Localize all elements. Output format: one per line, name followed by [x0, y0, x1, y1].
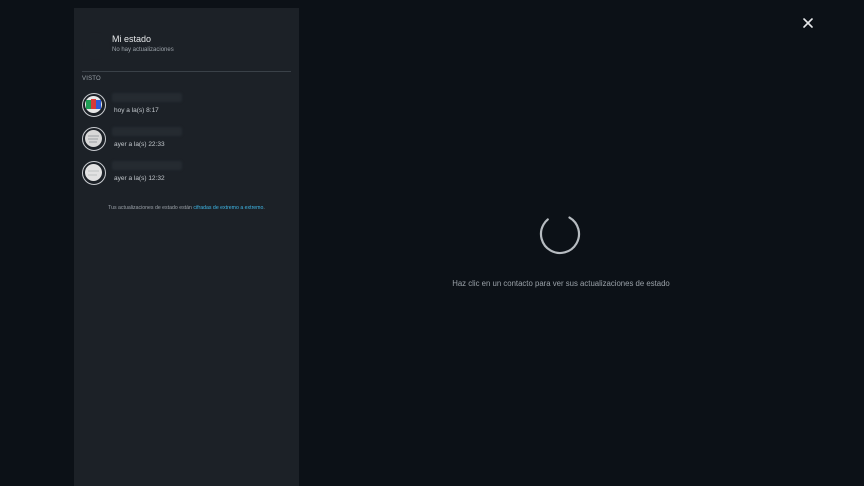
my-status-item[interactable]: Mi estado No hay actualizaciones — [74, 8, 299, 78]
contact-avatar — [82, 161, 106, 185]
status-contact-item[interactable]: hoy a la(s) 8:17 — [74, 93, 299, 123]
status-viewer-screen: Mi estado No hay actualizaciones VISTO h… — [0, 0, 864, 486]
contact-avatar — [82, 93, 106, 117]
contact-name-redacted — [112, 161, 182, 170]
contact-name-redacted — [112, 127, 182, 136]
close-icon[interactable] — [800, 15, 816, 31]
status-contact-item[interactable]: ayer a la(s) 22:33 — [74, 127, 299, 157]
loading-spinner-icon — [539, 213, 581, 255]
contact-avatar — [82, 127, 106, 151]
my-status-title: Mi estado — [112, 34, 152, 44]
encryption-note-text: Tus actualizaciones de estado están — [108, 205, 194, 211]
section-divider — [82, 71, 291, 72]
contact-name-redacted — [112, 93, 182, 102]
status-sidebar: Mi estado No hay actualizaciones VISTO h… — [74, 8, 299, 486]
my-status-avatar — [82, 32, 110, 60]
contact-status-time: hoy a la(s) 8:17 — [114, 107, 159, 114]
contact-status-time: ayer a la(s) 12:32 — [114, 175, 165, 182]
viewer-hint-text: Haz clic en un contacto para ver sus act… — [452, 279, 670, 288]
status-contact-item[interactable]: ayer a la(s) 12:32 — [74, 161, 299, 191]
contact-status-time: ayer a la(s) 22:33 — [114, 141, 165, 148]
encryption-note-suffix: . — [263, 205, 265, 211]
my-status-subtitle: No hay actualizaciones — [112, 47, 174, 53]
encryption-note: Tus actualizaciones de estado están cifr… — [74, 205, 299, 211]
viewed-section-label: VISTO — [82, 76, 101, 82]
encryption-link[interactable]: cifradas de extremo a extremo — [193, 205, 263, 211]
